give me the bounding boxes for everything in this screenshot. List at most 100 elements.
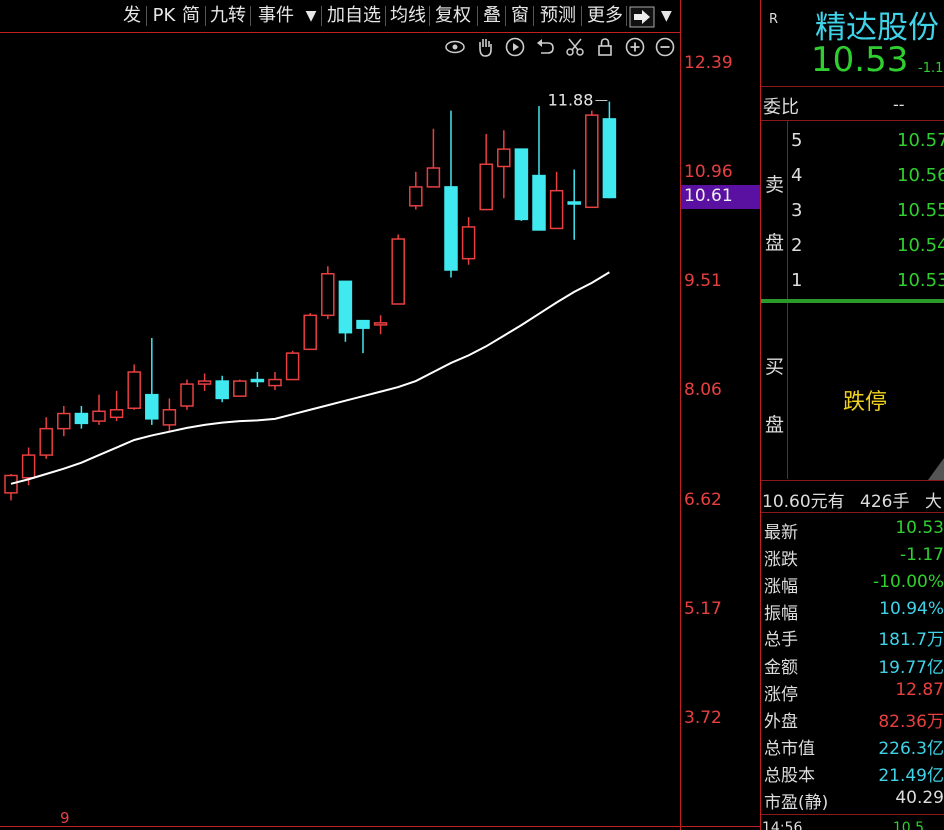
- candle[interactable]: [461, 226, 476, 260]
- toolbar-ma-button[interactable]: 均线: [388, 4, 428, 28]
- order-ratio-value: --: [893, 95, 905, 114]
- y-tick-label: 5.17: [684, 599, 722, 619]
- stat-value: 21.49亿: [878, 766, 944, 786]
- candle[interactable]: [585, 114, 599, 209]
- stat-value: -10.00%: [873, 572, 944, 592]
- toolbar-jiuzhuan-button[interactable]: 九转: [208, 4, 248, 28]
- candle[interactable]: [162, 409, 177, 426]
- sell-level-3: 3: [791, 200, 803, 221]
- stat-label: 外盘: [764, 712, 798, 732]
- divider: [761, 86, 944, 87]
- candlestick-chart[interactable]: 11.88 9: [0, 33, 680, 826]
- panel-corner-handle[interactable]: [928, 458, 944, 480]
- toolbar-simple-button[interactable]: 简: [178, 4, 204, 28]
- candle[interactable]: [127, 371, 141, 410]
- trade-price: 10.60元有: [762, 492, 845, 512]
- toolbar-dropdown-icon[interactable]: ▼: [661, 8, 672, 24]
- toolbar-events-button[interactable]: 事件: [254, 4, 298, 28]
- tick-time: 14:56: [762, 820, 803, 830]
- candle[interactable]: [567, 201, 581, 205]
- margin-trading-mark: R: [769, 12, 779, 27]
- candle[interactable]: [21, 454, 36, 479]
- candle[interactable]: [145, 393, 159, 420]
- candle[interactable]: [426, 167, 441, 188]
- candle[interactable]: [215, 380, 229, 400]
- stock-price: 10.53: [811, 40, 909, 80]
- candle[interactable]: [532, 174, 546, 231]
- sell-side-label: 盘: [765, 232, 785, 254]
- candle[interactable]: [497, 148, 511, 168]
- max-price-annotation: 11.88: [548, 91, 594, 110]
- candle[interactable]: [233, 380, 247, 397]
- candle[interactable]: [444, 186, 458, 271]
- moving-average-line: [10, 271, 610, 485]
- candle[interactable]: [74, 412, 89, 425]
- candle[interactable]: [549, 189, 564, 230]
- toolbar-pk-button[interactable]: PK: [150, 4, 178, 28]
- stat-value: 19.77亿: [878, 658, 944, 678]
- candle[interactable]: [39, 427, 53, 456]
- candle[interactable]: [250, 378, 265, 383]
- stat-label: 涨停: [764, 685, 798, 705]
- toolbar-window-button[interactable]: 窗: [508, 4, 532, 28]
- sell-price-3[interactable]: 10.55: [897, 200, 944, 221]
- current-price-label: 10.61: [684, 186, 733, 206]
- y-tick-label: 12.39: [684, 53, 733, 73]
- toolbar-fa-button[interactable]: 发: [120, 4, 144, 28]
- candle[interactable]: [197, 380, 212, 385]
- y-tick-label: 8.06: [684, 380, 722, 400]
- sell-level-1: 1: [791, 270, 803, 291]
- candle[interactable]: [285, 352, 300, 381]
- toolbar-adjust-button[interactable]: 复权: [432, 4, 474, 28]
- limit-down-status: 跌停: [843, 390, 888, 415]
- candle[interactable]: [338, 280, 353, 334]
- candle[interactable]: [109, 409, 124, 419]
- toolbar-forecast-button[interactable]: 预测: [536, 4, 580, 28]
- candle[interactable]: [409, 186, 423, 207]
- candle[interactable]: [514, 148, 529, 221]
- buy-side-label: 盘: [765, 414, 785, 436]
- candle[interactable]: [356, 319, 370, 329]
- stat-label: 金额: [764, 658, 798, 678]
- candle[interactable]: [373, 322, 388, 326]
- stat-label: 振幅: [764, 604, 798, 624]
- sell-price-1[interactable]: 10.53: [897, 270, 944, 291]
- stat-value: 12.87: [895, 680, 944, 700]
- exit-fullscreen-icon[interactable]: [629, 6, 655, 28]
- sell-level-2: 2: [791, 235, 803, 256]
- bid-ask-separator: [761, 299, 944, 303]
- toolbar-more-button[interactable]: 更多: [584, 4, 626, 28]
- y-tick-label: 10.96: [684, 162, 733, 182]
- candle[interactable]: [602, 118, 617, 199]
- candle[interactable]: [180, 383, 194, 407]
- sell-side-label: 卖: [765, 174, 785, 196]
- stat-value: 10.53: [895, 518, 944, 538]
- toolbar-add-watchlist-button[interactable]: 加自选: [324, 4, 384, 28]
- candle[interactable]: [303, 314, 317, 351]
- toolbar-events-dropdown[interactable]: ▼: [302, 4, 320, 28]
- orderbook-divider: [787, 121, 788, 299]
- candle[interactable]: [268, 378, 282, 387]
- toolbar-overlay-button[interactable]: 叠: [480, 4, 504, 28]
- sell-price-5[interactable]: 10.57: [897, 130, 944, 151]
- candle[interactable]: [4, 474, 18, 494]
- divider: [761, 480, 944, 481]
- candle[interactable]: [321, 273, 335, 317]
- stat-label: 涨跌: [764, 550, 798, 570]
- candle[interactable]: [479, 163, 493, 211]
- x-axis-label: 9: [60, 809, 70, 826]
- stat-label: 总手: [764, 630, 798, 650]
- stat-value: -1.17: [900, 545, 944, 565]
- stat-label: 最新: [764, 523, 798, 543]
- sell-price-2[interactable]: 10.54: [897, 235, 944, 256]
- stat-value: 82.36万: [878, 712, 944, 732]
- candle[interactable]: [391, 238, 405, 305]
- quote-panel: R 精达股份 10.53 -1.1 委比 -- 卖 盘 5 10.57 4 10…: [761, 0, 944, 830]
- candle[interactable]: [92, 410, 106, 422]
- stat-value: 226.3亿: [878, 739, 944, 759]
- y-tick-label: 3.72: [684, 708, 722, 728]
- sell-price-4[interactable]: 10.56: [897, 165, 944, 186]
- candle[interactable]: [57, 412, 71, 430]
- divider: [761, 120, 944, 121]
- tick-price: 10.5: [892, 820, 924, 830]
